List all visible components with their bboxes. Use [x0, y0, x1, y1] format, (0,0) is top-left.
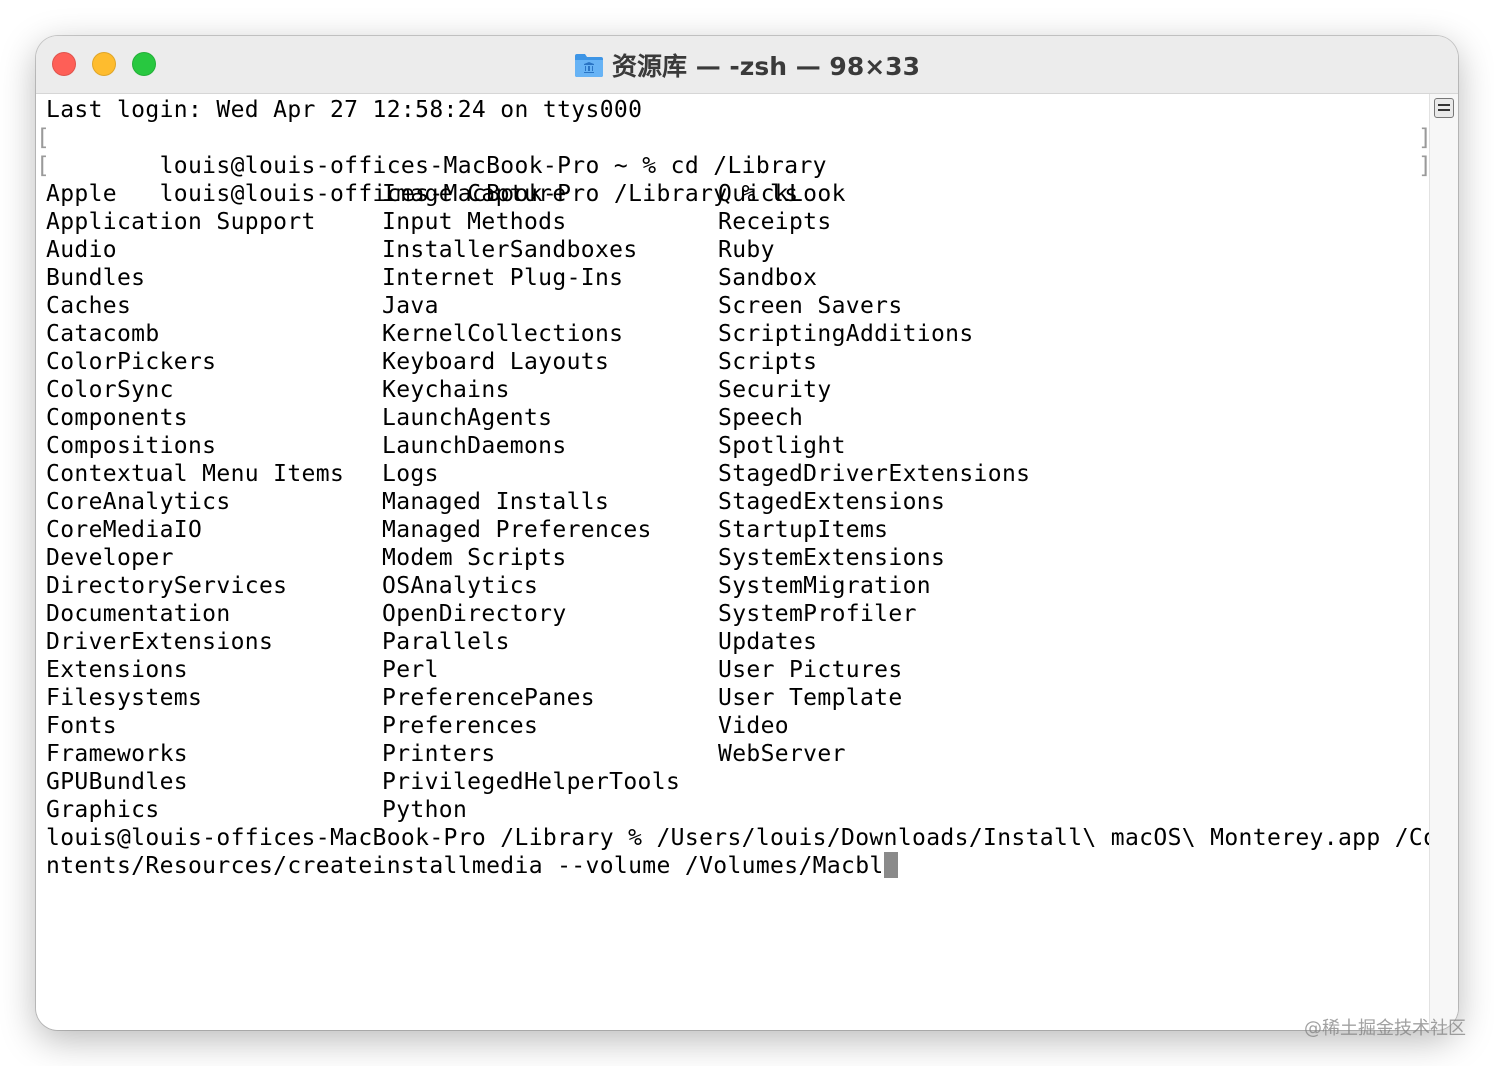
last-login-line: Last login: Wed Apr 27 12:58:24 on ttys0…	[46, 97, 643, 123]
ls-entry: Receipts	[718, 209, 832, 235]
ls-entry: ColorPickers	[46, 349, 217, 375]
terminal-content[interactable]: Last login: Wed Apr 27 12:58:24 on ttys0…	[36, 94, 1458, 1030]
ls-entry: Audio	[46, 237, 117, 263]
ls-column-1: Apple Application Support Audio Bundles Cach…	[46, 180, 382, 824]
ls-entry: Bundles	[46, 265, 146, 291]
ls-entry: OSAnalytics	[382, 573, 539, 599]
command-line-createinstallmedia: louis@louis-offices-MacBook-Pro /Library…	[46, 825, 1438, 851]
mark-bracket-left: [	[36, 153, 51, 179]
ls-entry: StagedDriverExtensions	[718, 461, 1031, 487]
ls-entry: Compositions	[46, 433, 217, 459]
text-cursor	[883, 852, 898, 878]
ls-entry: Keyboard Layouts	[382, 349, 610, 375]
terminal-window: 资源库 — -zsh — 98×33 Last login: Wed Apr 2…	[36, 36, 1458, 1030]
ls-entry: SystemExtensions	[718, 545, 946, 571]
ls-entry: Security	[718, 377, 832, 403]
ls-entry: Components	[46, 405, 188, 431]
ls-entry: ColorSync	[46, 377, 174, 403]
ls-entry: Filesystems	[46, 685, 203, 711]
ls-entry: Speech	[718, 405, 804, 431]
command-line-ls: [ louis@louis-offices-MacBook-Pro /Librar…	[36, 152, 1432, 207]
ls-output: Apple Application Support Audio Bundles Cach…	[46, 180, 1426, 824]
ls-entry: SystemProfiler	[718, 601, 917, 627]
command-text: louis@louis-offices-MacBook-Pro /Library…	[159, 181, 799, 207]
ls-entry: StartupItems	[718, 517, 889, 543]
ls-entry: Video	[718, 713, 789, 739]
ls-entry: Parallels	[382, 629, 510, 655]
ls-entry: Contextual Menu Items	[46, 461, 345, 487]
ls-entry: User Pictures	[718, 657, 903, 683]
ls-column-3: QuickLook Receipts Ruby Sandbox Screen Saver…	[718, 180, 1118, 824]
command-text: ntents/Resources/createinstallmedia --vo…	[46, 853, 884, 879]
ls-entry: Fonts	[46, 713, 117, 739]
ls-entry: CoreMediaIO	[46, 517, 203, 543]
command-line-cd: [louis@louis-offices-MacBook-Pro ~ % cd …	[36, 124, 1432, 179]
ls-entry: User Template	[718, 685, 903, 711]
ls-entry: KernelCollections	[382, 321, 624, 347]
ls-entry: Preferences	[382, 713, 539, 739]
ls-entry: WebServer	[718, 741, 846, 767]
ls-entry: Internet Plug-Ins	[382, 265, 624, 291]
ls-entry: Updates	[718, 629, 818, 655]
ls-entry: Perl	[382, 657, 439, 683]
ls-entry: Caches	[46, 293, 132, 319]
ls-entry: Sandbox	[718, 265, 818, 291]
ls-entry: Graphics	[46, 797, 160, 823]
ls-entry: Extensions	[46, 657, 188, 683]
ls-entry: Managed Preferences	[382, 517, 652, 543]
ls-entry: Developer	[46, 545, 174, 571]
ls-entry: Keychains	[382, 377, 510, 403]
window-title-text: 资源库 — -zsh — 98×33	[612, 51, 920, 81]
command-line-wrapped: ntents/Resources/createinstallmedia --vo…	[46, 852, 1426, 880]
watermark: @稀土掘金技术社区	[1304, 1018, 1466, 1039]
ls-entry: Documentation	[46, 601, 231, 627]
ls-entry: PrivilegedHelperTools	[382, 769, 681, 795]
ls-column-2: Image Capture Input Methods InstallerSandb…	[382, 180, 718, 824]
ls-entry: Input Methods	[382, 209, 567, 235]
ls-entry: ScriptingAdditions	[718, 321, 974, 347]
scrollbar[interactable]	[1429, 94, 1458, 1030]
title-bar[interactable]: 资源库 — -zsh — 98×33	[36, 36, 1458, 94]
ls-entry: SystemMigration	[718, 573, 931, 599]
ls-entry: GPUBundles	[46, 769, 188, 795]
terminal-output[interactable]: Last login: Wed Apr 27 12:58:24 on ttys0…	[36, 96, 1438, 880]
ls-entry: Managed Installs	[382, 489, 610, 515]
window-title: 资源库 — -zsh — 98×33	[36, 36, 1458, 93]
split-pane-icon[interactable]	[1434, 98, 1454, 118]
ls-entry: Java	[382, 293, 439, 319]
ls-entry: Frameworks	[46, 741, 188, 767]
ls-entry: Screen Savers	[718, 293, 903, 319]
ls-entry: LaunchAgents	[382, 405, 553, 431]
ls-entry: Spotlight	[718, 433, 846, 459]
ls-entry: Scripts	[718, 349, 818, 375]
ls-entry: Logs	[382, 461, 439, 487]
folder-icon	[575, 53, 604, 77]
ls-entry: Ruby	[718, 237, 775, 263]
ls-entry: OpenDirectory	[382, 601, 567, 627]
ls-entry: LaunchDaemons	[382, 433, 567, 459]
ls-entry: Modem Scripts	[382, 545, 567, 571]
ls-entry: CoreAnalytics	[46, 489, 231, 515]
ls-entry: StagedExtensions	[718, 489, 946, 515]
ls-entry: InstallerSandboxes	[382, 237, 638, 263]
ls-entry: Printers	[382, 741, 496, 767]
ls-entry: DirectoryServices	[46, 573, 288, 599]
ls-entry: PreferencePanes	[382, 685, 595, 711]
mark-bracket-left: [	[36, 125, 51, 151]
ls-entry: DriverExtensions	[46, 629, 274, 655]
ls-entry: Catacomb	[46, 321, 160, 347]
ls-entry: Python	[382, 797, 468, 823]
